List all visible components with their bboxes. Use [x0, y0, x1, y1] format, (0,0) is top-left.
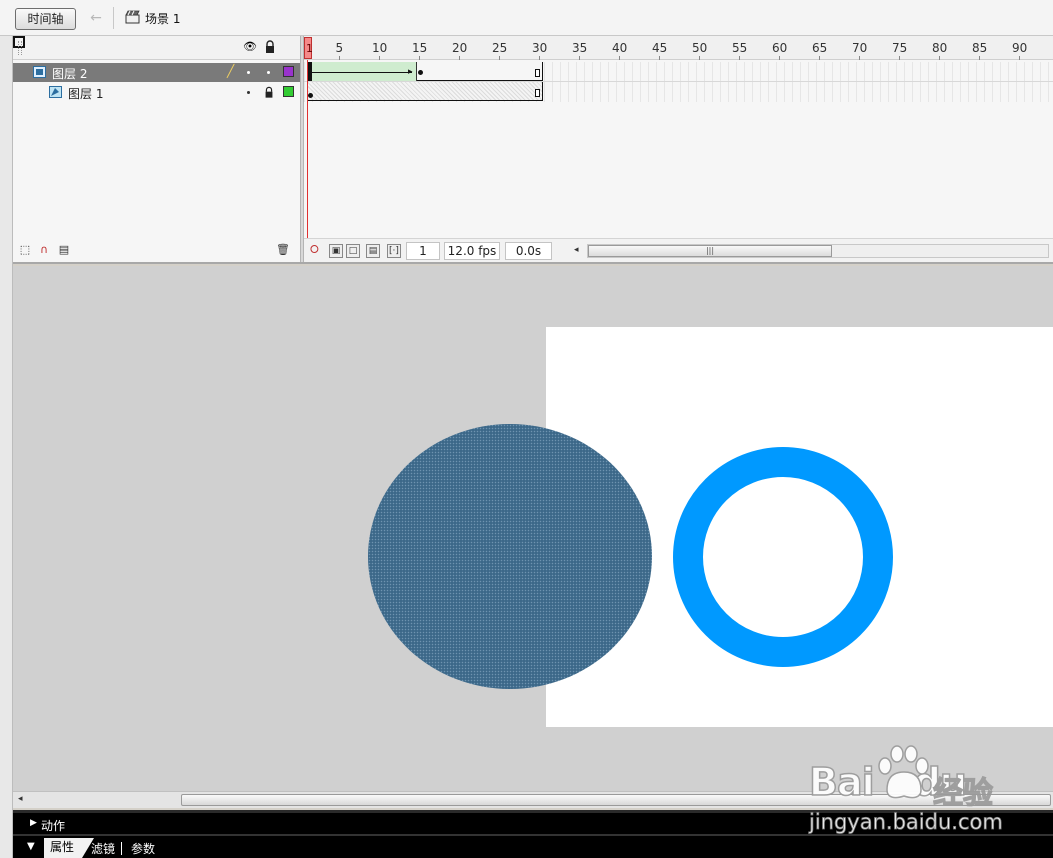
ruler-frame-label: 90 — [1012, 41, 1028, 55]
layer-icon — [33, 66, 46, 78]
tab-filters[interactable]: 滤镜 — [91, 840, 115, 857]
playhead[interactable]: 1 — [304, 37, 313, 59]
top-toolbar: 时间轴 ← 场景 1 — [0, 0, 1053, 36]
guide-layer-icon — [49, 86, 62, 98]
keyframe-divider — [416, 62, 417, 81]
ruler-frame-label: 35 — [572, 41, 588, 55]
tween-arrow-head: ▸ — [408, 67, 413, 77]
layer-row[interactable]: 图层 1 — [13, 83, 300, 102]
ruler-frame-label: 10 — [372, 41, 388, 55]
ruler-frame-label: 50 — [692, 41, 708, 55]
layer-row[interactable]: 图层 2 ╱ — [13, 63, 300, 82]
keyframe[interactable] — [418, 70, 423, 75]
frame-grid[interactable]: ▸ — [304, 60, 1053, 103]
eye-icon[interactable]: 👁 — [243, 40, 257, 54]
frame-span[interactable] — [307, 82, 543, 101]
stage-workspace[interactable] — [13, 266, 1053, 791]
layer-name[interactable]: 图层 1 — [68, 85, 103, 102]
panel-grip-handle[interactable] — [18, 41, 22, 55]
scene-label[interactable]: 场景 1 — [145, 10, 180, 27]
ruler-frame-label: 5 — [335, 41, 344, 55]
baidu-jingyan-watermark: Bai du 经验 jingyan.baidu.com — [805, 740, 1053, 840]
ruler-frame-label: 60 — [772, 41, 788, 55]
timeline-toggle-button[interactable]: 时间轴 — [15, 8, 76, 30]
ruler-frame-label: 80 — [932, 41, 948, 55]
keyframe[interactable] — [308, 93, 313, 98]
onion-skin-icon[interactable]: ▣ — [329, 244, 343, 258]
lock-icon[interactable] — [263, 40, 277, 54]
ruler-frame-label: 25 — [492, 41, 508, 55]
ruler-frame-label: 70 — [852, 41, 868, 55]
toolbar-divider — [113, 7, 114, 29]
ruler-frame-label: 65 — [812, 41, 828, 55]
layer-name[interactable]: 图层 2 — [52, 65, 87, 82]
playhead-line — [307, 60, 308, 238]
layer-outline-color[interactable] — [283, 86, 294, 97]
actions-panel-label[interactable]: 动作 — [41, 817, 65, 834]
layer-footer: ⬚ ∩ ▤ 🗑 — [13, 238, 300, 262]
scrollbar-thumb[interactable]: ||| — [588, 245, 832, 257]
tween-arrow — [312, 72, 412, 73]
playhead-frame-number: 1 — [306, 42, 313, 55]
timeline-horizontal-scrollbar[interactable]: ||| — [587, 244, 1049, 258]
timeline-panel: 👁 图层 2 ╱ 图层 1 ⬚ ∩ ▤ 🗑 5 10 15 20 25 30 3… — [13, 36, 1053, 264]
layer-header: 👁 — [13, 36, 300, 60]
visibility-dot[interactable] — [247, 91, 250, 94]
filled-circle-shape[interactable] — [368, 424, 652, 689]
add-motion-guide-icon[interactable]: ∩ — [37, 243, 51, 256]
frame-ruler[interactable]: 5 10 15 20 25 30 35 40 45 50 55 60 65 70 75 80 85 90 — [304, 36, 1053, 60]
visibility-dot[interactable] — [247, 71, 250, 74]
ruler-frame-label: 55 — [732, 41, 748, 55]
onion-outline-icon[interactable]: □ — [346, 244, 360, 258]
end-frame-marker[interactable] — [535, 69, 540, 77]
paw-logo-icon — [878, 745, 929, 799]
expand-arrow-icon[interactable]: ▶ — [30, 818, 37, 828]
ruler-frame-label: 40 — [612, 41, 628, 55]
current-frame: 1 — [406, 242, 440, 260]
end-frame-marker[interactable] — [535, 89, 540, 97]
tab-divider — [121, 842, 122, 855]
watermark-url: jingyan.baidu.com — [809, 810, 1004, 835]
center-frame-icon[interactable]: ⭘ — [310, 243, 319, 257]
elapsed-time: 0.0s — [505, 242, 552, 260]
lock-icon[interactable] — [263, 86, 275, 99]
ring-shape[interactable] — [673, 447, 893, 667]
add-layer-icon[interactable]: ⬚ — [18, 243, 32, 256]
watermark-product: 经验 — [932, 775, 993, 811]
back-arrow-icon[interactable]: ← — [87, 9, 105, 27]
ruler-frame-label: 85 — [972, 41, 988, 55]
add-folder-icon[interactable]: ▤ — [57, 243, 71, 256]
lock-dot[interactable] — [267, 71, 270, 74]
left-edge-strip — [0, 36, 13, 858]
ruler-frame-label: 75 — [892, 41, 908, 55]
frames-area: 5 10 15 20 25 30 35 40 45 50 55 60 65 70 75 80 85 90 1 ▸ … — [304, 36, 1053, 262]
scroll-left-arrow-icon[interactable]: ◂ — [574, 245, 579, 255]
collapse-arrow-icon[interactable]: ▼ — [27, 841, 35, 852]
ruler-frame-label: 20 — [452, 41, 468, 55]
frame-rate[interactable]: 12.0 fps — [444, 242, 500, 260]
frame-span[interactable] — [417, 62, 543, 81]
timeline-status-bar: ⭘ ▣ □ ▤ [·] 1 12.0 fps 0.0s ◂ ||| — [304, 238, 1053, 262]
layer-outline-color[interactable] — [283, 66, 294, 77]
trash-icon[interactable]: 🗑 — [276, 243, 290, 256]
edit-multiple-frames-icon[interactable]: ▤ — [366, 244, 380, 258]
ruler-frame-label: 45 — [652, 41, 668, 55]
tab-properties[interactable]: 属性 — [44, 838, 82, 858]
pencil-icon: ╱ — [227, 64, 235, 78]
tab-parameters[interactable]: 参数 — [131, 840, 155, 857]
modify-onion-markers-icon[interactable]: [·] — [387, 244, 401, 258]
scroll-left-arrow-icon[interactable]: ◂ — [18, 794, 23, 804]
scene-clapperboard-icon — [125, 10, 140, 24]
ruler-frame-label: 15 — [412, 41, 428, 55]
ruler-frame-label: 30 — [532, 41, 548, 55]
